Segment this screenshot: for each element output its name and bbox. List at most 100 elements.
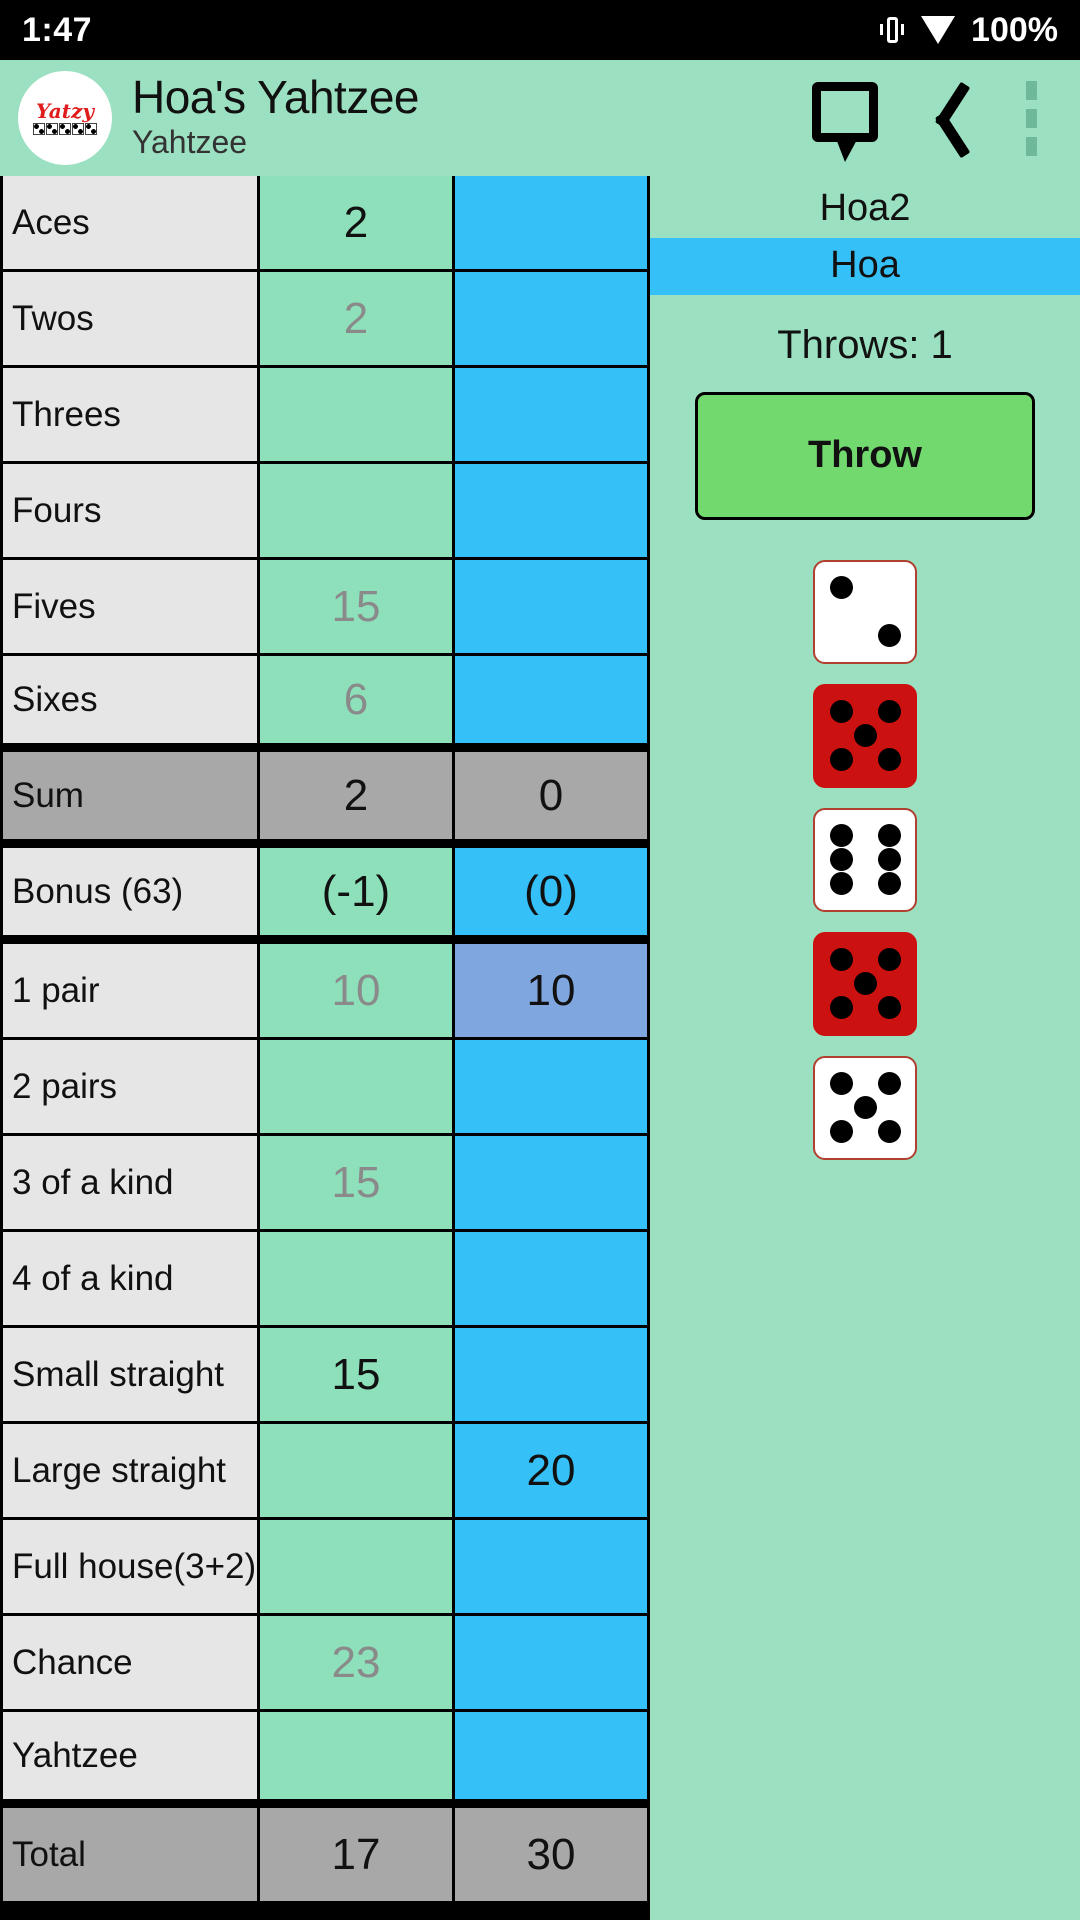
score-cell-player1[interactable]: [260, 368, 455, 464]
score-cell-player2[interactable]: [455, 1616, 650, 1712]
score-cell-player1[interactable]: [260, 1520, 455, 1616]
chat-bubble-icon[interactable]: [802, 78, 888, 162]
score-cell-player1[interactable]: 15: [260, 560, 455, 656]
score-cell-player1[interactable]: 15: [260, 1136, 455, 1232]
table-row: Full house(3+2): [0, 1520, 650, 1616]
score-cell-player2[interactable]: [455, 1232, 650, 1328]
battery-percent-label: 100%: [971, 10, 1058, 49]
table-row: Yahtzee: [0, 1712, 650, 1808]
table-row: Twos 2: [0, 272, 650, 368]
page-subtitle: Yahtzee: [132, 124, 248, 160]
die-pip: [829, 748, 853, 772]
throw-button[interactable]: Throw: [695, 391, 1035, 520]
side-panel: Hoa2 Hoa Throws: 1 Throw: [650, 176, 1080, 1920]
score-cell-player1[interactable]: [260, 1712, 455, 1808]
score-cell-player2[interactable]: 20: [455, 1424, 650, 1520]
score-cell-player1[interactable]: (-1): [260, 848, 455, 944]
table-row: Total 17 30: [0, 1808, 650, 1904]
score-cell-player2[interactable]: [455, 176, 650, 272]
score-cell-player1[interactable]: [260, 464, 455, 560]
wifi-icon: [921, 16, 956, 44]
current-player-label[interactable]: Hoa: [650, 237, 1080, 295]
table-row: 2 pairs: [0, 1040, 650, 1136]
die-2-value-5-held[interactable]: [813, 683, 917, 788]
back-chevron-icon[interactable]: [910, 75, 980, 161]
die-pip: [877, 996, 901, 1020]
die-pip: [829, 996, 853, 1020]
score-cell-player2[interactable]: [455, 1712, 650, 1808]
score-cell-player1: 2: [260, 752, 455, 848]
score-category-label: Full house(3+2): [0, 1520, 260, 1616]
table-row: 4 of a kind: [0, 1232, 650, 1328]
table-row: Sum 2 0: [0, 752, 650, 848]
die-pip: [877, 848, 901, 872]
score-cell-player2[interactable]: 10: [455, 944, 650, 1040]
die-pip: [829, 576, 853, 600]
score-cell-player1[interactable]: 23: [260, 1616, 455, 1712]
other-player-label[interactable]: Hoa2: [820, 187, 911, 230]
score-category-label: 2 pairs: [0, 1040, 260, 1136]
die-3-value-6[interactable]: [813, 807, 917, 912]
score-category-label: Yahtzee: [0, 1712, 260, 1808]
score-cell-player1[interactable]: [260, 1232, 455, 1328]
die-pip: [829, 1072, 853, 1096]
dice-tray: [813, 559, 917, 1160]
score-cell-player2[interactable]: [455, 1328, 650, 1424]
score-cell-player1[interactable]: [260, 1040, 455, 1136]
score-category-label: Twos: [0, 272, 260, 368]
die-pip: [829, 948, 853, 972]
die-pip: [877, 872, 901, 896]
table-row: Sixes 6: [0, 656, 650, 752]
score-cell-player1[interactable]: 2: [260, 176, 455, 272]
score-category-label: Fours: [0, 464, 260, 560]
status-bar: 1:47 100%: [0, 0, 1080, 60]
score-category-label: Aces: [0, 176, 260, 272]
score-cell-player2: 30: [455, 1808, 650, 1904]
table-row: Threes: [0, 368, 650, 464]
score-cell-player1[interactable]: 2: [260, 272, 455, 368]
die-1-value-2[interactable]: [813, 559, 917, 664]
app-title-block: Hoa's Yahtzee Yahtzee: [132, 74, 802, 162]
status-icons: 100%: [879, 11, 1058, 50]
table-row: 1 pair 10 10: [0, 944, 650, 1040]
score-category-label: Sixes: [0, 656, 260, 752]
score-category-label: 4 of a kind: [0, 1232, 260, 1328]
page-title: Hoa's Yahtzee: [132, 71, 420, 123]
score-cell-player1[interactable]: 15: [260, 1328, 455, 1424]
score-cell-player2[interactable]: [455, 1520, 650, 1616]
table-row: Fours: [0, 464, 650, 560]
die-pip: [877, 948, 901, 972]
die-pip: [853, 1096, 877, 1120]
score-cell-player2[interactable]: (0): [455, 848, 650, 944]
throws-counter-label: Throws: 1: [777, 322, 953, 367]
score-cell-player2[interactable]: [455, 560, 650, 656]
table-row: Large straight 20: [0, 1424, 650, 1520]
score-cell-player1[interactable]: 6: [260, 656, 455, 752]
score-cell-player2[interactable]: [455, 464, 650, 560]
die-5-value-5[interactable]: [813, 1055, 917, 1160]
overflow-menu-icon[interactable]: [1010, 80, 1052, 156]
table-row: Chance 23: [0, 1616, 650, 1712]
score-category-label: Total: [0, 1808, 260, 1904]
score-cell-player2[interactable]: [455, 1040, 650, 1136]
score-cell-player1[interactable]: [260, 1424, 455, 1520]
die-pip: [877, 1120, 901, 1144]
score-category-label: Sum: [0, 752, 260, 848]
score-category-label: Chance: [0, 1616, 260, 1712]
score-cell-player2[interactable]: [455, 368, 650, 464]
die-pip: [877, 748, 901, 772]
die-4-value-5-held[interactable]: [813, 931, 917, 1036]
score-cell-player2[interactable]: [455, 1136, 650, 1232]
logo-wordmark: Yatzy: [36, 99, 94, 123]
score-category-label: Fives: [0, 560, 260, 656]
app-bar: Yatzy Hoa's Yahtzee Yahtzee: [0, 60, 1080, 176]
die-pip: [829, 700, 853, 724]
vibrate-icon: [879, 15, 905, 45]
score-cell-player1[interactable]: 10: [260, 944, 455, 1040]
score-table: Aces 2 Twos 2 Threes Fours Fives 15 Sixes 6 Sum 2 0 B…: [0, 176, 650, 1920]
table-row: 3 of a kind 15: [0, 1136, 650, 1232]
die-pip: [829, 872, 853, 896]
score-cell-player2[interactable]: [455, 656, 650, 752]
score-cell-player2[interactable]: [455, 272, 650, 368]
die-pip: [829, 824, 853, 848]
